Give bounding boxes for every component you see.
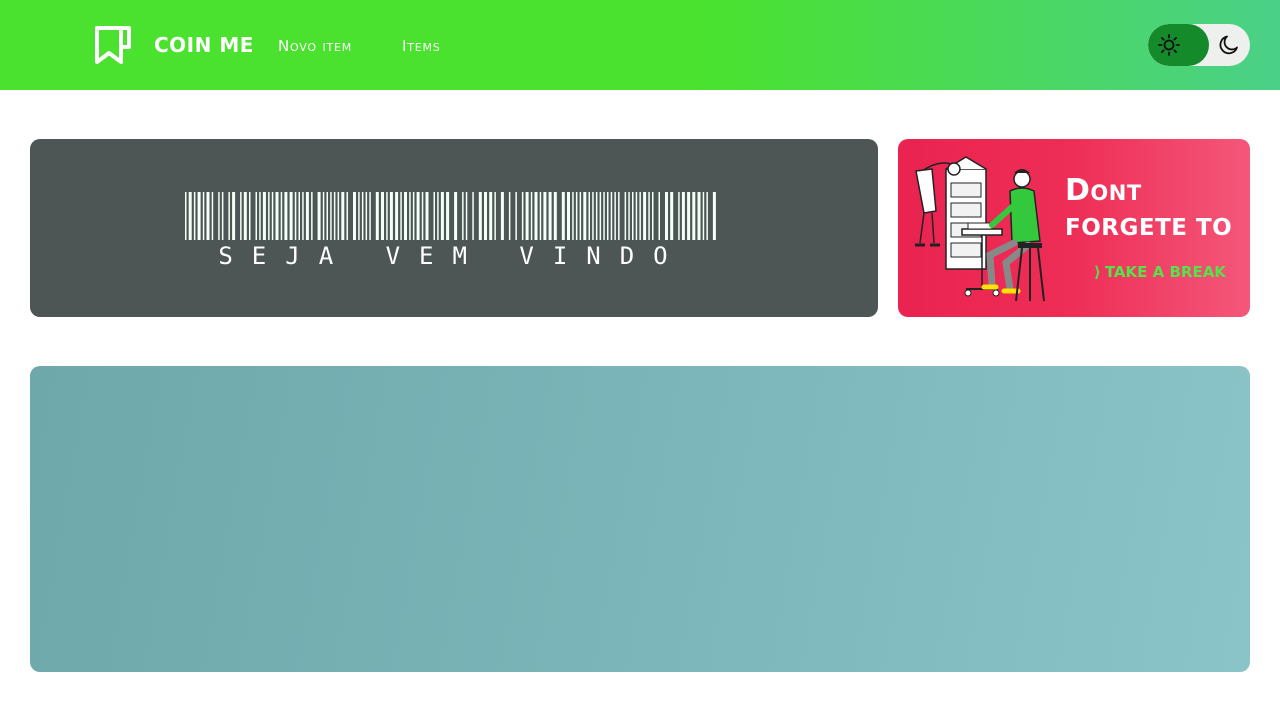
brand-title[interactable]: COIN ME	[154, 33, 254, 57]
bookmark-icon[interactable]	[94, 25, 132, 65]
barcode-graphic	[185, 192, 716, 240]
reminder-subtitle: FORGETE TO	[1065, 215, 1233, 241]
theme-toggle[interactable]	[1148, 24, 1250, 66]
sun-icon	[1158, 34, 1180, 56]
welcome-banner: SEJA VEM VINDO	[30, 139, 878, 317]
moon-icon	[1219, 35, 1238, 55]
take-a-break-label: TAKE A BREAK	[1104, 263, 1226, 281]
office-workers-illustration	[915, 156, 1045, 302]
nav-link-items[interactable]: Items	[402, 37, 441, 55]
chevron-right-icon: ⟩	[1094, 263, 1101, 281]
nav-link-novo-item[interactable]: Novo item	[278, 37, 352, 55]
welcome-text: SEJA VEM VINDO	[218, 242, 687, 270]
main-panel	[30, 366, 1250, 672]
reminder-title: Dont	[1065, 173, 1142, 208]
reminder-card: Dont FORGETE TO ⟩ TAKE A BREAK	[898, 139, 1250, 317]
navbar: COIN ME Novo item Items	[0, 0, 1280, 90]
take-a-break-link[interactable]: ⟩ TAKE A BREAK	[1094, 263, 1226, 281]
